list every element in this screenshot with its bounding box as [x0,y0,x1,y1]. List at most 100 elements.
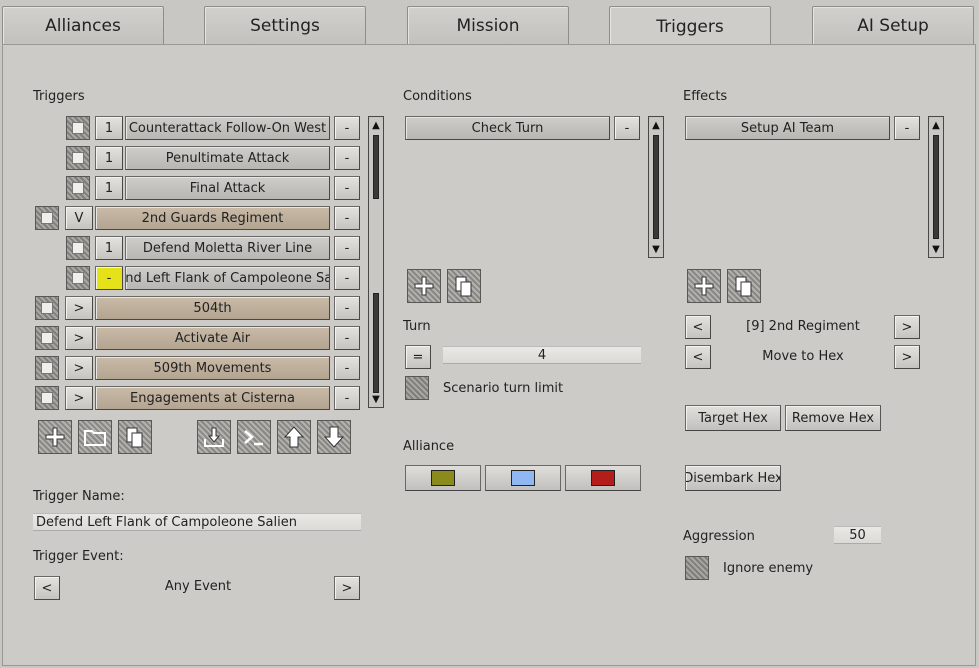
tab-ai-setup[interactable]: AI Setup [812,6,974,45]
action-prev-button[interactable]: < [685,345,711,369]
tab-settings[interactable]: Settings [204,6,366,45]
scroll-down-icon[interactable]: ▼ [649,242,663,256]
trigger-toggle-button[interactable]: 1 [95,146,123,170]
copy-condition-button[interactable] [447,269,481,303]
trigger-group-button[interactable]: Activate Air [95,326,330,350]
trigger-group-button[interactable]: 504th [95,296,330,320]
tab-alliances[interactable]: Alliances [2,6,164,45]
remove-trigger-button[interactable]: - [334,146,360,170]
tab-triggers[interactable]: Triggers [609,6,771,47]
trigger-name-label: Trigger Name: [33,489,125,504]
trigger-toggle-button[interactable]: > [65,356,93,380]
conditions-scrollbar[interactable]: ▲ ▼ [648,116,664,258]
scroll-down-icon[interactable]: ▼ [929,242,943,256]
trigger-name-input[interactable]: Defend Left Flank of Campoleone Salien [33,513,361,531]
trigger-item-button[interactable]: Final Attack [125,176,330,200]
import-button[interactable] [197,420,231,454]
remove-trigger-button[interactable]: - [334,206,360,230]
ignore-enemy-label: Ignore enemy [723,561,814,576]
alliance-2-button[interactable] [485,465,561,491]
copy-effect-button[interactable] [727,269,761,303]
trigger-group-button[interactable]: 2nd Guards Regiment [95,206,330,230]
move-up-button[interactable] [277,420,311,454]
trigger-list-scrollbar[interactable]: ▲ ▼ [368,116,384,408]
trigger-toggle-button[interactable]: > [65,326,93,350]
trigger-toggle-button[interactable]: - [95,266,123,290]
scenario-turn-limit-label: Scenario turn limit [443,381,564,396]
effects-scrollbar[interactable]: ▲ ▼ [928,116,944,258]
scroll-down-icon[interactable]: ▼ [369,392,383,406]
turn-value-input[interactable]: 4 [443,346,641,364]
trigger-item-button[interactable]: Counterattack Follow-On West [125,116,330,140]
scroll-thumb[interactable] [373,135,379,199]
add-trigger-button[interactable] [38,420,72,454]
alliance-3-swatch [591,470,615,486]
remove-trigger-button[interactable]: - [334,176,360,200]
trigger-enable-checkbox[interactable] [66,146,90,170]
scroll-thumb-lower[interactable] [373,293,379,393]
trigger-enable-checkbox[interactable] [35,296,59,320]
remove-trigger-button[interactable]: - [334,356,360,380]
scroll-up-icon[interactable]: ▲ [649,118,663,132]
trigger-enable-checkbox[interactable] [35,206,59,230]
trigger-event-prev-button[interactable]: < [34,576,60,600]
remove-hex-button[interactable]: Remove Hex [785,405,881,431]
ignore-enemy-checkbox[interactable] [685,556,709,580]
trigger-item-button[interactable]: Penultimate Attack [125,146,330,170]
trigger-enable-checkbox[interactable] [35,386,59,410]
tab-mission[interactable]: Mission [407,6,569,45]
action-next-button[interactable]: > [894,345,920,369]
remove-condition-button[interactable]: - [614,116,640,140]
trigger-group-button[interactable]: 509th Movements [95,356,330,380]
trigger-enable-checkbox[interactable] [35,356,59,380]
trigger-item-button[interactable]: Defend Moletta River Line [125,236,330,260]
add-effect-button[interactable] [687,269,721,303]
effect-item[interactable]: Setup AI Team [685,116,890,140]
download-icon [204,427,224,447]
trigger-enable-checkbox[interactable] [66,236,90,260]
trigger-enable-checkbox[interactable] [66,266,90,290]
disembark-hex-button[interactable]: Disembark Hex [685,465,781,491]
trigger-toggle-button[interactable]: > [65,296,93,320]
turn-operator-button[interactable]: = [405,345,431,369]
alliance-1-swatch [431,470,455,486]
trigger-event-next-button[interactable]: > [334,576,360,600]
alliance-label: Alliance [403,439,455,454]
scroll-up-icon[interactable]: ▲ [929,118,943,132]
remove-trigger-button[interactable]: - [334,386,360,410]
aggression-input[interactable]: 50 [834,526,881,544]
remove-trigger-button[interactable]: - [334,296,360,320]
remove-trigger-button[interactable]: - [334,116,360,140]
remove-trigger-button[interactable]: - [334,236,360,260]
trigger-group-button[interactable]: Engagements at Cisterna [95,386,330,410]
condition-item[interactable]: Check Turn [405,116,610,140]
plus-icon [414,276,434,296]
console-button[interactable] [237,420,271,454]
scroll-up-icon[interactable]: ▲ [369,118,383,132]
scroll-thumb[interactable] [653,135,659,239]
trigger-toggle-button[interactable]: > [65,386,93,410]
copy-trigger-button[interactable] [118,420,152,454]
trigger-toggle-button[interactable]: 1 [95,116,123,140]
trigger-toggle-button[interactable]: V [65,206,93,230]
remove-trigger-button[interactable]: - [334,326,360,350]
move-down-button[interactable] [317,420,351,454]
plus-icon [694,276,714,296]
alliance-1-button[interactable] [405,465,481,491]
scenario-turn-limit-checkbox[interactable] [405,376,429,400]
trigger-enable-checkbox[interactable] [66,176,90,200]
add-condition-button[interactable] [407,269,441,303]
remove-effect-button[interactable]: - [894,116,920,140]
trigger-toggle-button[interactable]: 1 [95,176,123,200]
target-hex-button[interactable]: Target Hex [685,405,781,431]
trigger-toggle-button[interactable]: 1 [95,236,123,260]
alliance-3-button[interactable] [565,465,641,491]
trigger-item-button[interactable]: Defend Left Flank of Campoleone Salien- [125,266,330,290]
scroll-thumb[interactable] [933,135,939,239]
trigger-enable-checkbox[interactable] [35,326,59,350]
remove-trigger-button[interactable]: - [334,266,360,290]
add-folder-button[interactable] [78,420,112,454]
team-prev-button[interactable]: < [685,315,711,339]
trigger-enable-checkbox[interactable] [66,116,90,140]
team-next-button[interactable]: > [894,315,920,339]
